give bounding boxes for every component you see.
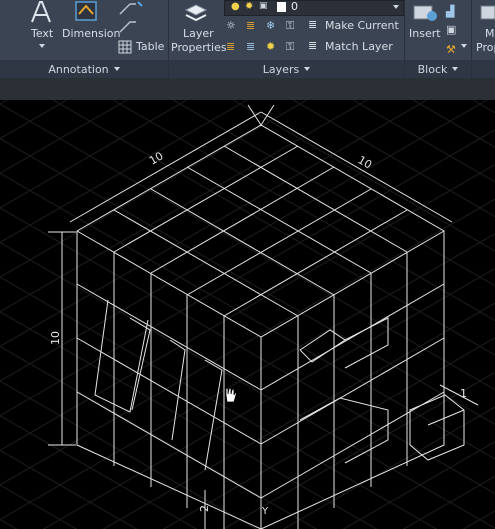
layer-merge-icon[interactable]: ≣ [246, 40, 255, 53]
chevron-down-icon [393, 5, 399, 9]
make-current-label: Make Current [325, 19, 399, 32]
layer-tools-row-2: ≣ ≣ ✹ ⚿ [226, 40, 306, 56]
multileader-icon [119, 21, 136, 33]
annotation-panel-label: Annotation [48, 62, 109, 76]
table-button[interactable]: Table [116, 38, 166, 56]
layer-properties-line2: Properties [171, 41, 227, 54]
layer-thaw-icon[interactable]: ✹ [266, 40, 275, 53]
edit-block-icon: ▣ [446, 23, 457, 36]
chevron-down-icon [461, 44, 467, 48]
dimension-label: Dimension [62, 27, 121, 40]
layer-dropdown[interactable]: ● ✹ ▣ 0 [224, 0, 404, 16]
isometric-grid [0, 100, 495, 529]
ucs-axis-label: Y [261, 506, 269, 517]
layer-off-icon[interactable]: ☼ [226, 19, 236, 32]
chevron-down-icon [39, 44, 45, 48]
text-button[interactable]: Text [20, 0, 64, 56]
match-properties-line2: Prop [476, 41, 495, 54]
layer-stack-icon [184, 4, 208, 22]
insert-block-icon [413, 5, 437, 21]
table-icon [118, 40, 132, 54]
annotation-panel-title[interactable]: Annotation [0, 60, 168, 78]
block-panel-label: Block [417, 62, 448, 76]
match-properties-button[interactable]: M Prop [473, 0, 495, 56]
create-block-icon: ▟ [446, 5, 455, 18]
file-tab-strip [0, 78, 495, 100]
match-layer-icon: ≣ [308, 39, 318, 52]
dimension-right-small: 1 [460, 387, 467, 400]
layer-lock-icon[interactable]: ⚿ [286, 19, 294, 33]
dimension-left-height: 10 [49, 331, 62, 345]
multileader-button[interactable] [116, 18, 144, 36]
block-attributes-button[interactable]: ⚒ [446, 38, 468, 56]
isometric-drawing: 10 10 10 1 2 Y [0, 100, 495, 529]
properties-panel-title[interactable] [472, 60, 495, 78]
chevron-down-icon [304, 67, 311, 71]
drawing-canvas[interactable]: 10 10 10 1 2 Y [0, 100, 495, 529]
block-panel-title[interactable]: Block [405, 60, 471, 78]
chevron-down-icon [452, 67, 459, 71]
match-layer-label: Match Layer [325, 40, 393, 53]
text-label: Text [31, 27, 54, 40]
leader-icon [119, 1, 143, 15]
match-properties-line1: M [485, 27, 495, 40]
layer-properties-line1: Layer [183, 27, 214, 40]
lock-icon: ▣ [259, 1, 268, 11]
insert-label: Insert [409, 27, 441, 40]
layer-properties-button[interactable]: Layer Properties [170, 0, 227, 56]
match-layer-button[interactable]: ≣ Match Layer [306, 39, 396, 55]
current-layer-name: 0 [291, 0, 298, 13]
make-current-button[interactable]: ≣ Make Current [306, 18, 399, 34]
text-icon [31, 1, 51, 23]
dimension-bottom-small: 2 [198, 505, 211, 512]
ribbon: Text Dimension Table Layer Properties ● … [0, 0, 495, 78]
insert-button[interactable]: Insert [406, 0, 446, 56]
create-block-button[interactable]: ▟ [446, 0, 466, 18]
layers-panel-label: Layers [262, 62, 300, 76]
hand-cursor-icon [225, 387, 237, 403]
sun-icon: ✹ [245, 1, 254, 12]
dimension-icon [75, 1, 97, 21]
table-label: Table [136, 40, 165, 53]
layers-panel-title[interactable]: Layers [169, 60, 404, 78]
leader-button[interactable] [116, 0, 144, 18]
layer-isolate-icon[interactable]: ≣ [246, 19, 255, 32]
layer-walk-icon[interactable]: ≣ [226, 40, 235, 53]
lightbulb-icon: ● [231, 1, 240, 12]
chevron-down-icon [113, 67, 120, 71]
layer-unlock-icon[interactable]: ⚿ [286, 40, 294, 54]
dimension-button[interactable]: Dimension [62, 0, 120, 56]
block-attributes-icon: ⚒ [446, 43, 456, 56]
match-properties-icon [480, 5, 495, 20]
layer-tools-row-1: ☼ ≣ ❄ ⚿ [226, 19, 306, 35]
layer-freeze-icon[interactable]: ❄ [266, 19, 275, 32]
make-current-icon: ≣ [308, 18, 318, 31]
color-swatch [277, 2, 286, 12]
edit-block-button[interactable]: ▣ [446, 18, 466, 36]
